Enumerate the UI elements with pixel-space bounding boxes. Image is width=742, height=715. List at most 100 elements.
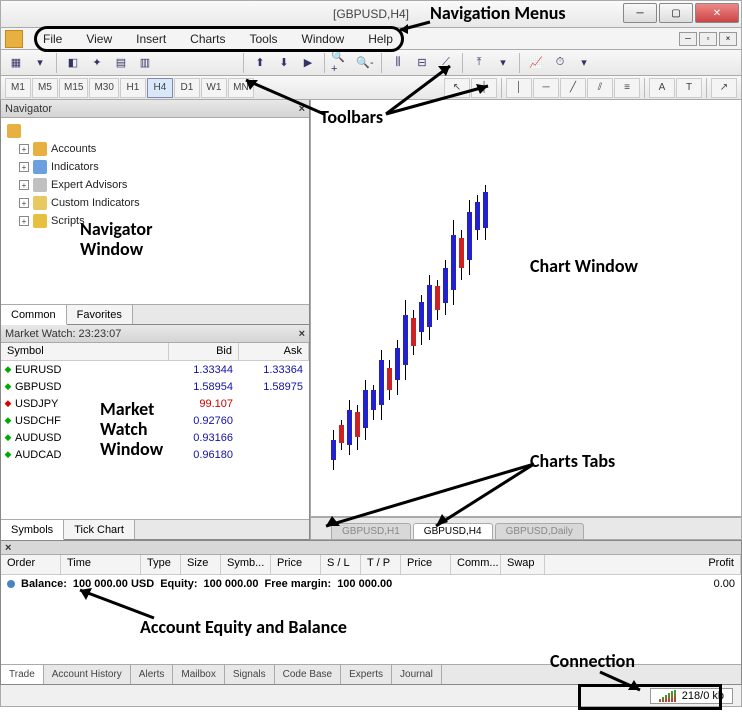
autoscroll-button[interactable]: ▾ (492, 52, 514, 74)
minimize-button[interactable]: ─ (623, 3, 657, 23)
chart-type-line[interactable]: ⟋ (435, 52, 457, 74)
term-tab-account-history[interactable]: Account History (44, 665, 131, 684)
mw-tab-symbols[interactable]: Symbols (1, 520, 64, 540)
timeframe-m1[interactable]: M1 (5, 78, 31, 98)
symbol-row-usdchf[interactable]: ◆USDCHF0.92760 (1, 412, 309, 429)
crosshair-tool[interactable]: ┼ (471, 78, 497, 98)
expand-icon[interactable]: + (19, 216, 29, 226)
zoom-out-button[interactable]: 🔍- (354, 52, 376, 74)
timeframe-d1[interactable]: D1 (174, 78, 200, 98)
expand-icon[interactable]: + (19, 198, 29, 208)
term-col-swap[interactable]: Swap (501, 555, 545, 574)
menu-view[interactable]: View (74, 30, 124, 48)
menu-tools[interactable]: Tools (238, 30, 290, 48)
expand-icon[interactable]: + (19, 144, 29, 154)
indicators-button[interactable]: 📈 (525, 52, 547, 74)
symbol-row-eurusd[interactable]: ◆EURUSD1.333441.33364 (1, 361, 309, 378)
menu-insert[interactable]: Insert (124, 30, 178, 48)
nav-item-scripts[interactable]: +Scripts (19, 212, 303, 230)
maximize-button[interactable]: ▢ (659, 3, 693, 23)
shift-button[interactable]: ⤒ (468, 52, 490, 74)
nav-item-indicators[interactable]: +Indicators (19, 158, 303, 176)
child-restore-button[interactable]: ▫ (699, 32, 717, 46)
periodicity-button[interactable]: ⏱ (549, 52, 571, 74)
term-col-type[interactable]: Type (141, 555, 181, 574)
new-order-button[interactable]: ⬆ (249, 52, 271, 74)
term-col-symb[interactable]: Symb... (221, 555, 271, 574)
menu-charts[interactable]: Charts (178, 30, 237, 48)
timeframe-m30[interactable]: M30 (89, 78, 118, 98)
term-tab-trade[interactable]: Trade (1, 665, 44, 684)
vline-tool[interactable]: │ (506, 78, 532, 98)
col-bid[interactable]: Bid (169, 343, 239, 360)
term-col-size[interactable]: Size (181, 555, 221, 574)
term-col-order[interactable]: Order (1, 555, 61, 574)
market-watch-close-icon[interactable]: × (299, 328, 305, 340)
term-tab-code-base[interactable]: Code Base (275, 665, 341, 684)
chart-type-candle[interactable]: ⊟ (411, 52, 433, 74)
chart-tab-gbpusd-h1[interactable]: GBPUSD,H1 (331, 523, 411, 539)
navigator-close-icon[interactable]: × (299, 103, 305, 115)
new-chart-button[interactable]: ▦ (5, 52, 27, 74)
nav-tab-favorites[interactable]: Favorites (67, 305, 133, 324)
nav-tab-common[interactable]: Common (1, 305, 67, 325)
menu-file[interactable]: File (31, 30, 74, 48)
term-col-price[interactable]: Price (401, 555, 451, 574)
nav-item-expert-advisors[interactable]: +Expert Advisors (19, 176, 303, 194)
templates-button[interactable]: ▾ (573, 52, 595, 74)
nav-item-custom-indicators[interactable]: +Custom Indicators (19, 194, 303, 212)
term-tab-journal[interactable]: Journal (392, 665, 442, 684)
symbol-row-audcad[interactable]: ◆AUDCAD0.96180 (1, 446, 309, 463)
autotrade-button[interactable]: ▶ (297, 52, 319, 74)
text-tool[interactable]: A (649, 78, 675, 98)
market-watch-toggle[interactable]: ◧ (62, 52, 84, 74)
chart-area[interactable] (311, 100, 741, 517)
label-tool[interactable]: T (676, 78, 702, 98)
fibo-tool[interactable]: ≡ (614, 78, 640, 98)
expand-icon[interactable]: + (19, 180, 29, 190)
col-symbol[interactable]: Symbol (1, 343, 169, 360)
navigator-tree[interactable]: +Accounts+Indicators+Expert Advisors+Cus… (1, 118, 309, 304)
timeframe-m15[interactable]: M15 (59, 78, 88, 98)
term-col-tp[interactable]: T / P (361, 555, 401, 574)
mw-tab-tick-chart[interactable]: Tick Chart (64, 520, 135, 539)
nav-item-accounts[interactable]: +Accounts (19, 140, 303, 158)
timeframe-m5[interactable]: M5 (32, 78, 58, 98)
timeframe-h1[interactable]: H1 (120, 78, 146, 98)
term-tab-signals[interactable]: Signals (225, 665, 275, 684)
term-col-time[interactable]: Time (61, 555, 141, 574)
term-tab-mailbox[interactable]: Mailbox (173, 665, 224, 684)
term-col-profit[interactable]: Profit (545, 555, 741, 574)
symbol-row-audusd[interactable]: ◆AUDUSD0.93166 (1, 429, 309, 446)
chart-tab-gbpusd-daily[interactable]: GBPUSD,Daily (495, 523, 584, 539)
zoom-in-button[interactable]: 🔍+ (330, 52, 352, 74)
expand-icon[interactable]: + (19, 162, 29, 172)
navigator-toggle[interactable]: ✦ (86, 52, 108, 74)
term-col-comm[interactable]: Comm... (451, 555, 501, 574)
profiles-button[interactable]: ▾ (29, 52, 51, 74)
timeframe-w1[interactable]: W1 (201, 78, 227, 98)
terminal-toggle[interactable]: ▤ (110, 52, 132, 74)
tester-toggle[interactable]: ▥ (134, 52, 156, 74)
child-minimize-button[interactable]: ─ (679, 32, 697, 46)
timeframe-mn[interactable]: MN (228, 78, 254, 98)
trendline-tool[interactable]: ╱ (560, 78, 586, 98)
hline-tool[interactable]: ─ (533, 78, 559, 98)
symbol-row-gbpusd[interactable]: ◆GBPUSD1.589541.58975 (1, 378, 309, 395)
term-col-sl[interactable]: S / L (321, 555, 361, 574)
menu-help[interactable]: Help (356, 30, 405, 48)
arrows-tool[interactable]: ↗ (711, 78, 737, 98)
channel-tool[interactable]: ⫽ (587, 78, 613, 98)
close-button[interactable]: ✕ (695, 3, 739, 23)
symbol-row-usdjpy[interactable]: ◆USDJPY99.107 (1, 395, 309, 412)
term-col-price[interactable]: Price (271, 555, 321, 574)
term-tab-experts[interactable]: Experts (341, 665, 392, 684)
child-close-button[interactable]: × (719, 32, 737, 46)
chart-tab-gbpusd-h4[interactable]: GBPUSD,H4 (413, 523, 493, 539)
terminal-close-icon[interactable]: × (5, 542, 11, 554)
term-tab-alerts[interactable]: Alerts (131, 665, 174, 684)
menu-window[interactable]: Window (290, 30, 357, 48)
chart-type-bar[interactable]: ⫼ (387, 52, 409, 74)
timeframe-h4[interactable]: H4 (147, 78, 173, 98)
col-ask[interactable]: Ask (239, 343, 309, 360)
